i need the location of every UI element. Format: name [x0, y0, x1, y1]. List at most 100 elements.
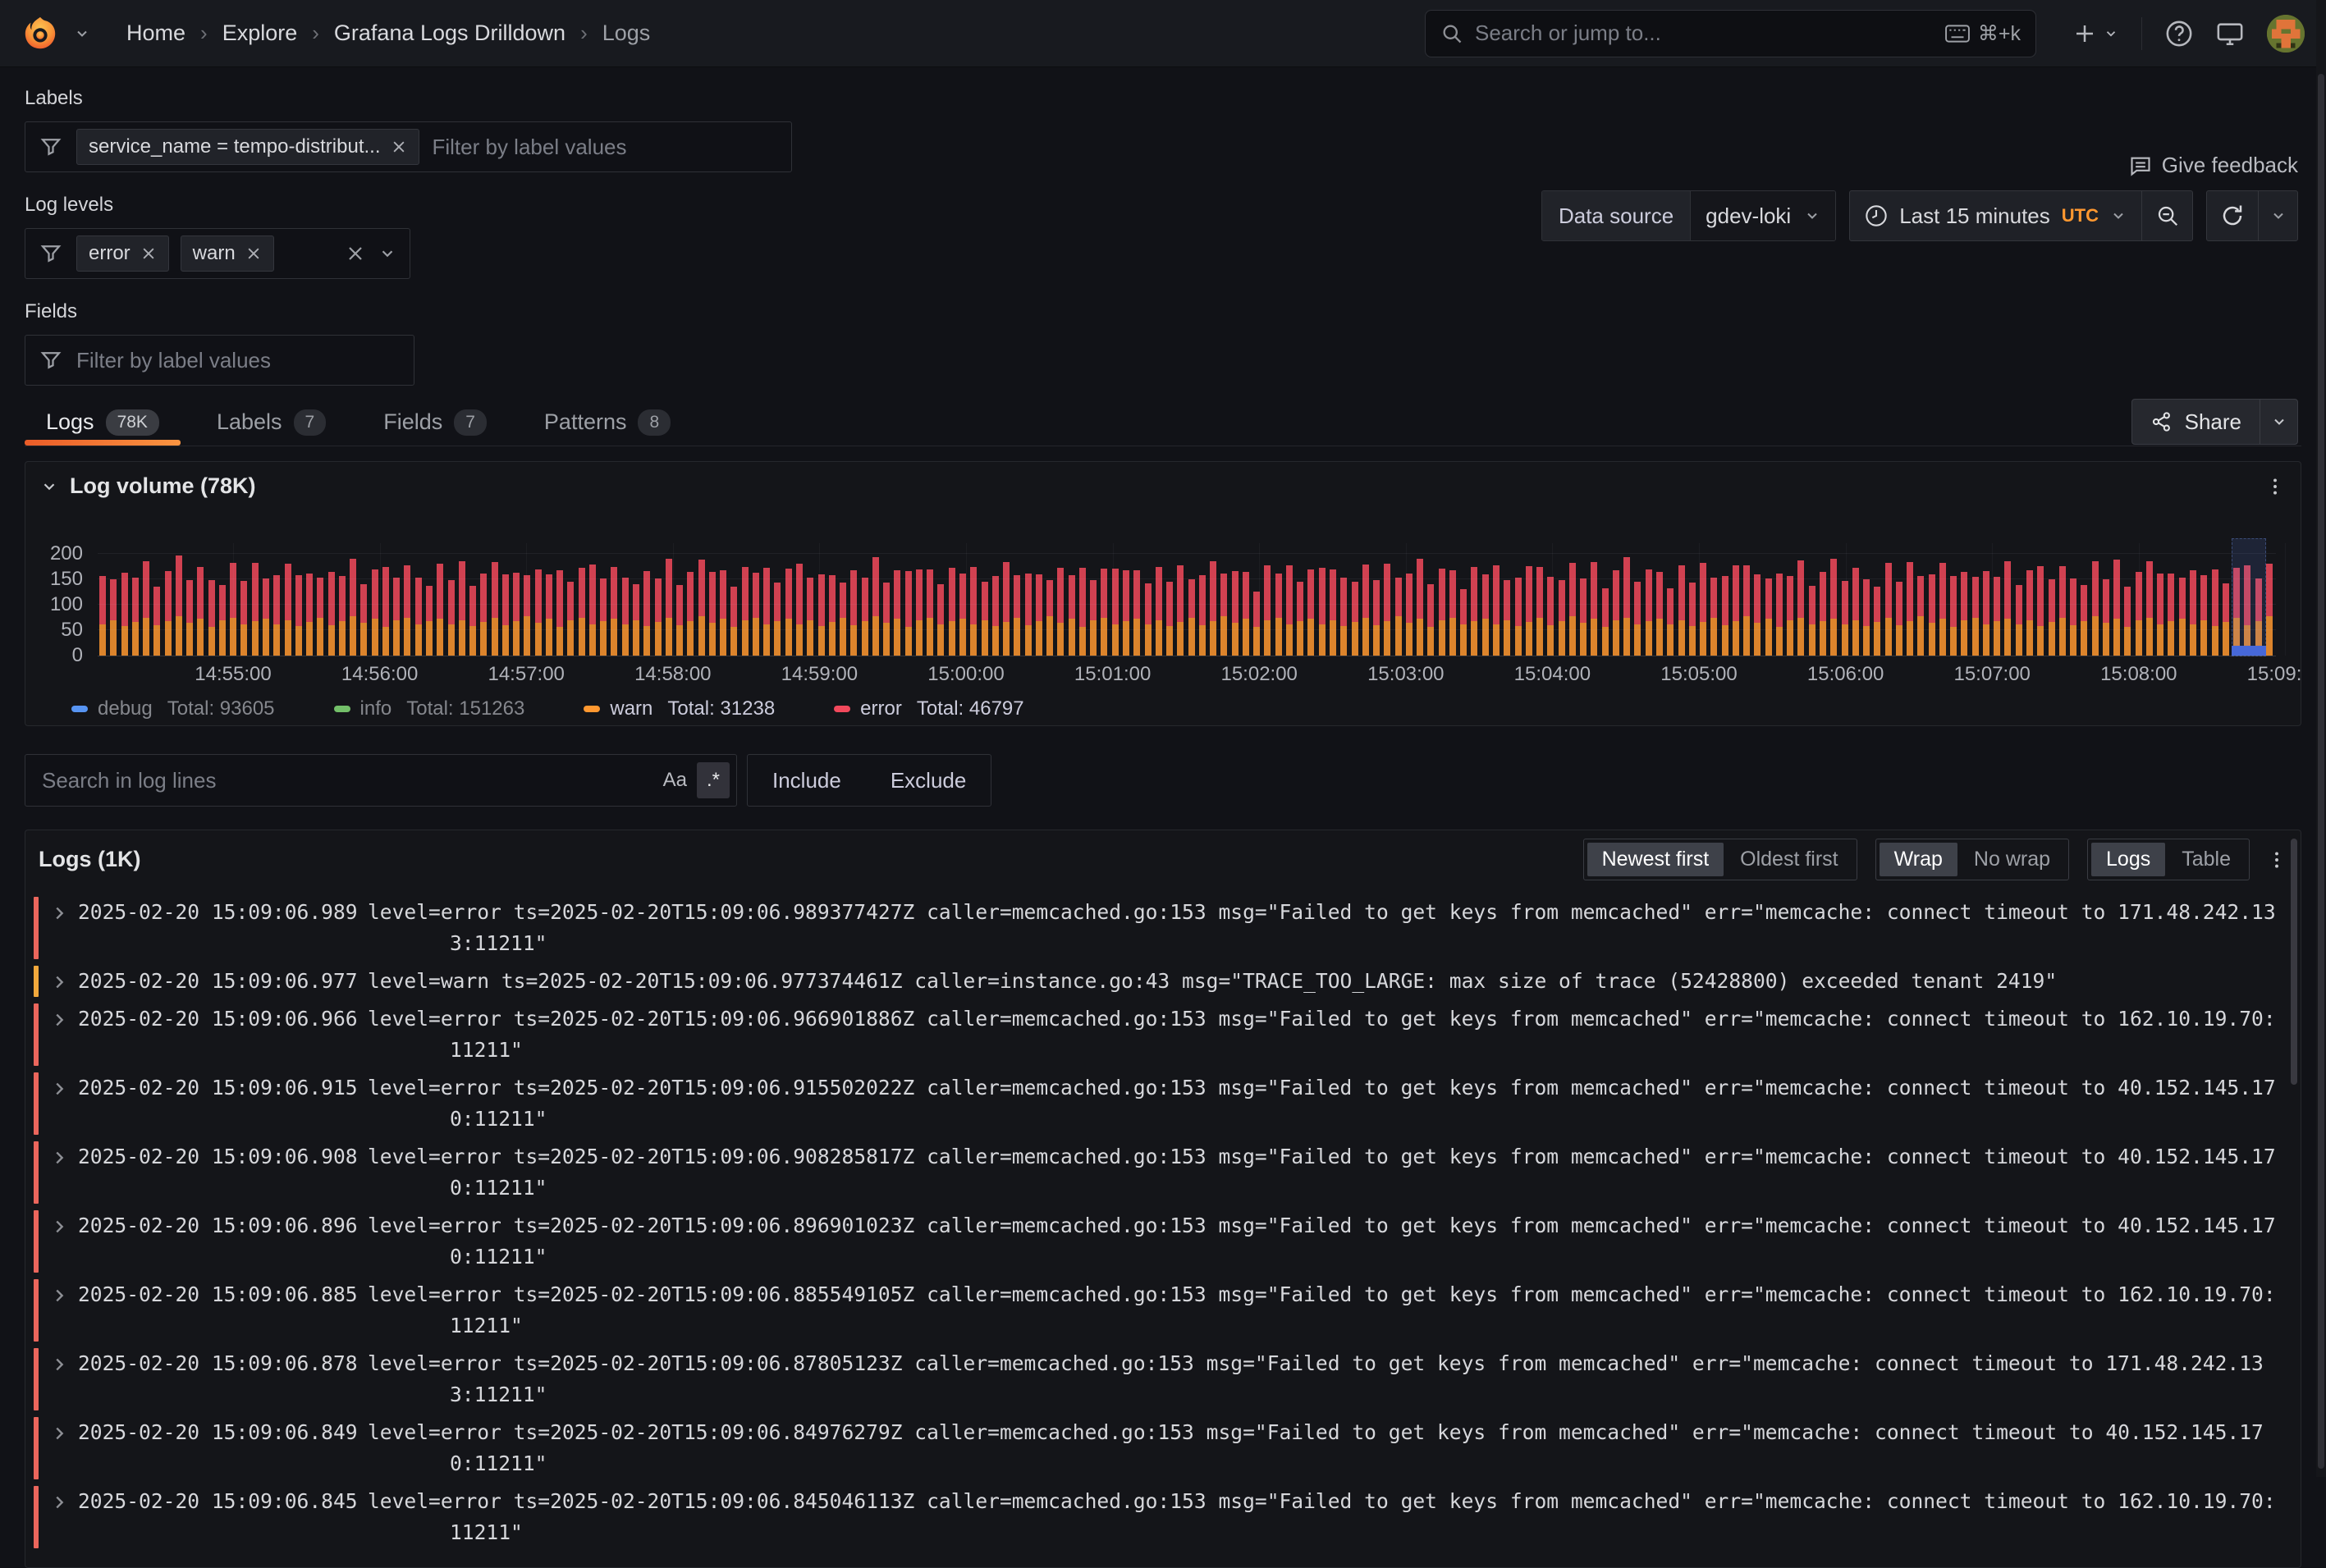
error-bar-segment — [240, 581, 247, 624]
chart-bar — [469, 586, 476, 656]
log-row[interactable]: 2025-02-20 15:09:06.915level=error ts=20… — [34, 1069, 2286, 1138]
toggle-oldest-first[interactable]: Oldest first — [1725, 843, 1852, 876]
log-levels-filter-box[interactable]: error warn — [25, 228, 410, 279]
feedback-comment-icon — [2129, 154, 2152, 177]
log-row[interactable]: 2025-02-20 15:09:06.849level=error ts=20… — [34, 1414, 2286, 1483]
tab-labels[interactable]: Labels7 — [195, 399, 347, 446]
breadcrumb-item[interactable]: Explore — [222, 21, 298, 46]
chevron-right-icon[interactable] — [50, 1072, 71, 1098]
chevron-right-icon[interactable] — [50, 1210, 71, 1236]
remove-chip[interactable] — [245, 245, 262, 262]
avatar-pixel-art — [2267, 15, 2305, 53]
monitor-icon[interactable] — [2216, 20, 2244, 48]
warn-bar-segment — [730, 627, 737, 656]
org-switcher-chevron-icon[interactable] — [74, 25, 90, 42]
chevron-right-icon[interactable] — [50, 1348, 71, 1374]
chevron-right-icon[interactable] — [50, 1486, 71, 1511]
legend-item-info[interactable]: infoTotal: 151263 — [334, 697, 525, 720]
refresh-button[interactable] — [2207, 191, 2258, 240]
panel-menu-kebab-icon[interactable] — [2266, 849, 2287, 871]
error-bar-segment — [2113, 560, 2120, 619]
grafana-logo[interactable] — [21, 15, 59, 53]
page-scrollbar[interactable] — [2316, 0, 2326, 1477]
error-bar-segment — [1362, 565, 1369, 618]
chart-bar — [1014, 575, 1020, 656]
log-row[interactable]: 2025-02-20 15:09:06.966level=error ts=20… — [34, 1000, 2286, 1069]
legend-item-error[interactable]: errorTotal: 46797 — [834, 697, 1023, 720]
regex-button[interactable]: .* — [697, 762, 730, 798]
toggle-table[interactable]: Table — [2167, 843, 2246, 876]
toggle-logs[interactable]: Logs — [2091, 843, 2165, 876]
line-filter-box[interactable]: Aa .* — [25, 754, 737, 807]
toggle-wrap[interactable]: Wrap — [1880, 843, 1957, 876]
fields-values-input[interactable] — [76, 348, 401, 373]
search-input[interactable] — [1475, 21, 1934, 46]
chart-bar — [2200, 575, 2207, 656]
warn-bar-segment — [1406, 623, 1413, 656]
chevron-right-icon[interactable] — [50, 1279, 71, 1305]
chart-bar — [1689, 583, 1696, 656]
help-icon[interactable] — [2165, 20, 2193, 48]
breadcrumb-item[interactable]: Grafana Logs Drilldown — [334, 21, 565, 46]
clear-all-icon[interactable] — [346, 244, 365, 263]
tab-patterns[interactable]: Patterns8 — [523, 399, 692, 446]
panel-menu-kebab-icon[interactable] — [2264, 476, 2286, 497]
toggle-no-wrap[interactable]: No wrap — [1959, 843, 2065, 876]
chevron-right-icon[interactable] — [50, 897, 71, 922]
legend-item-debug[interactable]: debugTotal: 93605 — [71, 697, 275, 720]
collapse-chevron-icon[interactable] — [40, 478, 58, 496]
remove-chip[interactable] — [140, 245, 157, 262]
chevron-right-icon[interactable] — [50, 1003, 71, 1029]
breadcrumb-item[interactable]: Logs — [602, 21, 651, 46]
filter-chip[interactable]: warn — [181, 235, 274, 272]
v-gridline — [233, 543, 234, 656]
filter-chip[interactable]: service_name = tempo-distribut... — [76, 129, 419, 165]
log-row[interactable]: 2025-02-20 15:09:06.896level=error ts=20… — [34, 1207, 2286, 1276]
remove-chip-icon[interactable] — [140, 245, 157, 262]
include-button[interactable]: Include — [748, 755, 866, 806]
remove-chip-icon[interactable] — [245, 245, 262, 262]
exclude-button[interactable]: Exclude — [866, 755, 991, 806]
log-row[interactable]: 2025-02-20 15:09:06.977level=warn ts=202… — [34, 962, 2286, 1000]
chevron-right-icon[interactable] — [50, 966, 71, 991]
search-log-lines-input[interactable] — [42, 768, 653, 793]
give-feedback-link[interactable]: Give feedback — [2129, 153, 2298, 178]
breadcrumb-item[interactable]: Home — [126, 21, 185, 46]
case-sensitivity-button[interactable]: Aa — [653, 762, 697, 798]
log-row[interactable]: 2025-02-20 15:09:06.845level=error ts=20… — [34, 1483, 2286, 1552]
chevron-right-icon[interactable] — [50, 1417, 71, 1442]
log-row[interactable]: 2025-02-20 15:09:06.878level=error ts=20… — [34, 1345, 2286, 1414]
label-values-input[interactable] — [433, 135, 779, 160]
log-volume-header[interactable]: Log volume (78K) — [25, 462, 2301, 510]
tab-logs[interactable]: Logs78K — [25, 399, 181, 446]
chart-bar — [1623, 557, 1630, 656]
logs-scrollbar-thumb[interactable] — [2291, 839, 2297, 1085]
labels-filter-box[interactable]: service_name = tempo-distribut... — [25, 121, 792, 172]
global-search[interactable]: ⌘+k — [1425, 10, 2036, 57]
page-scrollbar-thumb[interactable] — [2318, 74, 2324, 1469]
x-axis-label: 15:05:00 — [1660, 663, 1737, 686]
zoom-out-button[interactable] — [2141, 191, 2192, 240]
remove-chip[interactable] — [391, 139, 407, 155]
warn-bar-segment — [1580, 623, 1587, 656]
chevron-right-icon[interactable] — [50, 1141, 71, 1167]
share-dropdown[interactable] — [2260, 400, 2297, 444]
refresh-interval-dropdown[interactable] — [2258, 191, 2297, 240]
time-range-picker[interactable]: Last 15 minutes UTC — [1850, 191, 2141, 240]
add-button[interactable] — [2072, 21, 2118, 46]
remove-chip-icon[interactable] — [391, 139, 407, 155]
log-row[interactable]: 2025-02-20 15:09:06.908level=error ts=20… — [34, 1138, 2286, 1207]
datasource-picker[interactable]: Data source gdev-loki — [1541, 190, 1836, 241]
chevron-down-icon[interactable] — [378, 245, 396, 263]
legend-item-warn[interactable]: warnTotal: 31238 — [584, 697, 775, 720]
fields-filter-box[interactable] — [25, 335, 414, 386]
chart-bar — [1373, 580, 1380, 656]
toggle-newest-first[interactable]: Newest first — [1587, 843, 1724, 876]
error-bar-segment — [1646, 569, 1652, 621]
log-row[interactable]: 2025-02-20 15:09:06.989level=error ts=20… — [34, 894, 2286, 962]
share-button[interactable]: Share — [2131, 399, 2298, 445]
filter-chip[interactable]: error — [76, 235, 169, 272]
tab-fields[interactable]: Fields7 — [362, 399, 508, 446]
avatar[interactable] — [2267, 15, 2305, 53]
log-row[interactable]: 2025-02-20 15:09:06.885level=error ts=20… — [34, 1276, 2286, 1345]
